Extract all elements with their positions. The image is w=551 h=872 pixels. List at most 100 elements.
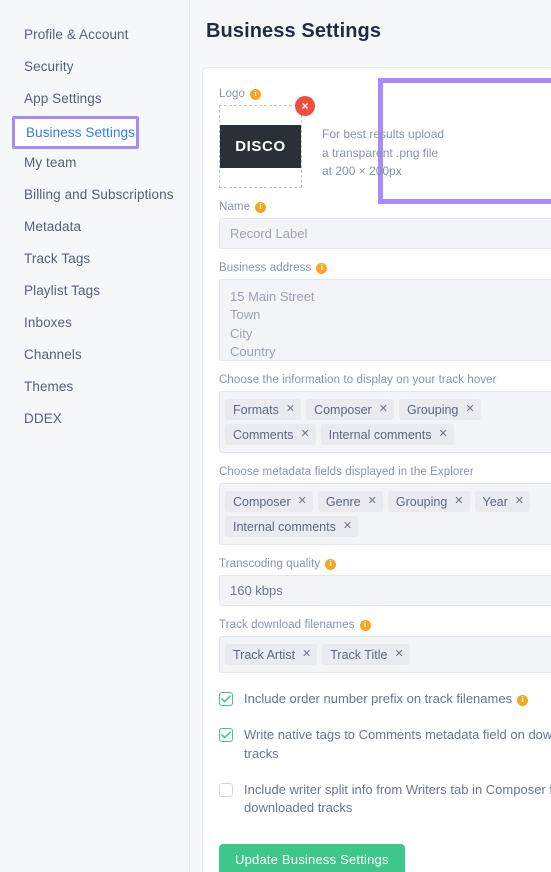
logo-hint-text: For best results upload a transparent .p…	[322, 127, 445, 179]
sidebar-item-label: Channels	[24, 346, 82, 362]
chip-label: Track Title	[330, 647, 388, 662]
logo-uploader[interactable]: DISCO × For best results upload a transp…	[219, 96, 551, 188]
checkbox-label: Include order number prefix on track fil…	[244, 691, 513, 706]
chip-label: Track Artist	[233, 647, 296, 662]
checkbox-label-wrap: Include order number prefix on track fil…	[244, 690, 529, 709]
sidebar-item-security[interactable]: Security	[0, 50, 189, 82]
checkbox-group: Include order number prefix on track fil…	[219, 690, 551, 818]
sidebar-item-channels[interactable]: Channels	[0, 338, 189, 370]
track-hover-label: Choose the information to display on you…	[219, 374, 497, 386]
sidebar-item-label: DDEX	[24, 410, 62, 426]
business-address-label: Business address i	[219, 262, 551, 274]
explorer-metadata-multiselect[interactable]: Composer ✕ Genre ✕ Grouping ✕ Year ✕ Internal co…	[219, 483, 551, 545]
business-address-textarea[interactable]: 15 Main Street Town City Country	[219, 279, 551, 361]
chip[interactable]: Grouping ✕	[387, 491, 470, 512]
info-icon[interactable]: i	[255, 201, 267, 213]
name-field: Name i Record Label	[219, 201, 551, 249]
chip[interactable]: Grouping ✕	[398, 399, 481, 420]
chip[interactable]: Internal comments ✕	[320, 424, 454, 445]
sidebar-item-label: Inboxes	[24, 314, 72, 330]
sidebar-nav: Profile & Account Security App Settings Bus…	[0, 18, 189, 434]
info-icon[interactable]: i	[359, 619, 371, 631]
chip[interactable]: Track Title ✕	[322, 644, 410, 665]
chip-remove-icon[interactable]: ✕	[298, 496, 307, 507]
info-icon[interactable]: i	[316, 262, 328, 274]
chip[interactable]: Track Artist ✕	[225, 644, 318, 665]
info-icon[interactable]: i	[325, 558, 337, 570]
chip-label: Composer	[233, 494, 291, 509]
chip-remove-icon[interactable]: ✕	[465, 404, 474, 415]
chip-remove-icon[interactable]: ✕	[343, 521, 352, 532]
chip-label: Grouping	[395, 494, 448, 509]
logo-label: Logo i	[219, 88, 551, 100]
info-icon[interactable]: i	[517, 694, 529, 706]
sidebar-item-label: Profile & Account	[24, 26, 129, 42]
sidebar-item-playlist-tags[interactable]: Playlist Tags	[0, 274, 189, 306]
sidebar-item-billing-and-subscriptions[interactable]: Billing and Subscriptions	[0, 178, 189, 210]
sidebar-item-my-team[interactable]: My team	[0, 146, 189, 178]
checkbox-row[interactable]: Write native tags to Comments metadata f…	[219, 726, 551, 764]
chip[interactable]: Internal comments ✕	[225, 516, 359, 537]
chip-remove-icon[interactable]: ✕	[454, 496, 463, 507]
track-hover-multiselect[interactable]: Formats ✕ Composer ✕ Grouping ✕ Comments ✕ Inter…	[219, 391, 551, 453]
sidebar-item-track-tags[interactable]: Track Tags	[0, 242, 189, 274]
sidebar-item-business-settings-label: Business Settings	[26, 125, 136, 140]
transcoding-quality-select[interactable]: 160 kbps	[219, 575, 551, 606]
chip-remove-icon[interactable]: ✕	[302, 649, 311, 660]
track-download-filenames-multiselect[interactable]: Track Artist ✕ Track Title ✕	[219, 636, 551, 673]
sidebar-item-themes[interactable]: Themes	[0, 370, 189, 402]
checkbox-label: Write native tags to Comments metadata f…	[244, 726, 551, 761]
chip-label: Composer	[314, 402, 372, 417]
main-content: Business Settings Logo i DISCO × For bes…	[190, 0, 551, 872]
logo-dropzone[interactable]: DISCO ×	[219, 96, 315, 188]
settings-sidebar: Profile & Account Security App Settings Bus…	[0, 0, 190, 872]
track-download-filenames-label: Track download filenames i	[219, 619, 551, 631]
explorer-metadata-field: Choose metadata fields displayed in the …	[219, 466, 551, 545]
sidebar-item-label: Metadata	[24, 218, 82, 234]
sidebar-item-ddex[interactable]: DDEX	[0, 402, 189, 434]
chip-remove-icon[interactable]: ✕	[438, 429, 447, 440]
business-address-field: Business address i 15 Main Street Town C…	[219, 262, 551, 361]
sidebar-item-inboxes[interactable]: Inboxes	[0, 306, 189, 338]
checkbox-checked-icon[interactable]	[219, 727, 233, 742]
checkbox-row[interactable]: Include order number prefix on track fil…	[219, 690, 551, 709]
checkbox-label-wrap: Include writer split info from Writers t…	[244, 781, 551, 819]
sidebar-item-app-settings[interactable]: App Settings	[0, 82, 189, 114]
remove-logo-icon[interactable]: ×	[295, 96, 315, 116]
chip-label: Year	[482, 494, 508, 509]
chip[interactable]: Comments ✕	[225, 424, 316, 445]
chip[interactable]: Year ✕	[474, 491, 530, 512]
sidebar-item-label: Security	[24, 58, 74, 74]
chip-remove-icon[interactable]: ✕	[300, 429, 309, 440]
annotation-highlight-sidebar: Business Settings	[12, 116, 139, 149]
logo-image: DISCO	[220, 125, 301, 168]
chip-label: Comments	[233, 427, 294, 442]
checkbox-checked-icon[interactable]	[219, 692, 233, 706]
logo-field: Logo i DISCO × For best results upload a…	[219, 88, 551, 188]
chip[interactable]: Composer ✕	[225, 491, 313, 512]
track-download-filenames-field: Track download filenames i Track Artist ✕…	[219, 619, 551, 673]
chip[interactable]: Genre ✕	[317, 491, 383, 512]
sidebar-item-metadata[interactable]: Metadata	[0, 210, 189, 242]
chip-remove-icon[interactable]: ✕	[368, 496, 377, 507]
sidebar-item-profile-account[interactable]: Profile & Account	[0, 18, 189, 50]
chip-remove-icon[interactable]: ✕	[394, 649, 403, 660]
chip[interactable]: Composer ✕	[306, 399, 394, 420]
checkbox-unchecked-icon[interactable]	[219, 782, 233, 797]
sidebar-item-label: My team	[24, 154, 77, 170]
chip-remove-icon[interactable]: ✕	[286, 404, 295, 415]
name-label: Name i	[219, 201, 551, 213]
app-root: Profile & Account Security App Settings Bus…	[0, 0, 551, 872]
sidebar-item-label: Track Tags	[24, 250, 91, 266]
chip-remove-icon[interactable]: ✕	[379, 404, 388, 415]
name-input[interactable]: Record Label	[219, 218, 551, 249]
chip[interactable]: Formats ✕	[225, 399, 302, 420]
page-title: Business Settings	[206, 20, 382, 42]
checkbox-row[interactable]: Include writer split info from Writers t…	[219, 781, 551, 819]
sidebar-item-label: App Settings	[24, 90, 102, 106]
chip-label: Grouping	[406, 402, 459, 417]
update-business-settings-button[interactable]: Update Business Settings	[219, 844, 405, 872]
info-icon[interactable]: i	[249, 88, 261, 100]
chip-remove-icon[interactable]: ✕	[515, 496, 524, 507]
transcoding-quality-value: 160 kbps	[230, 583, 283, 598]
